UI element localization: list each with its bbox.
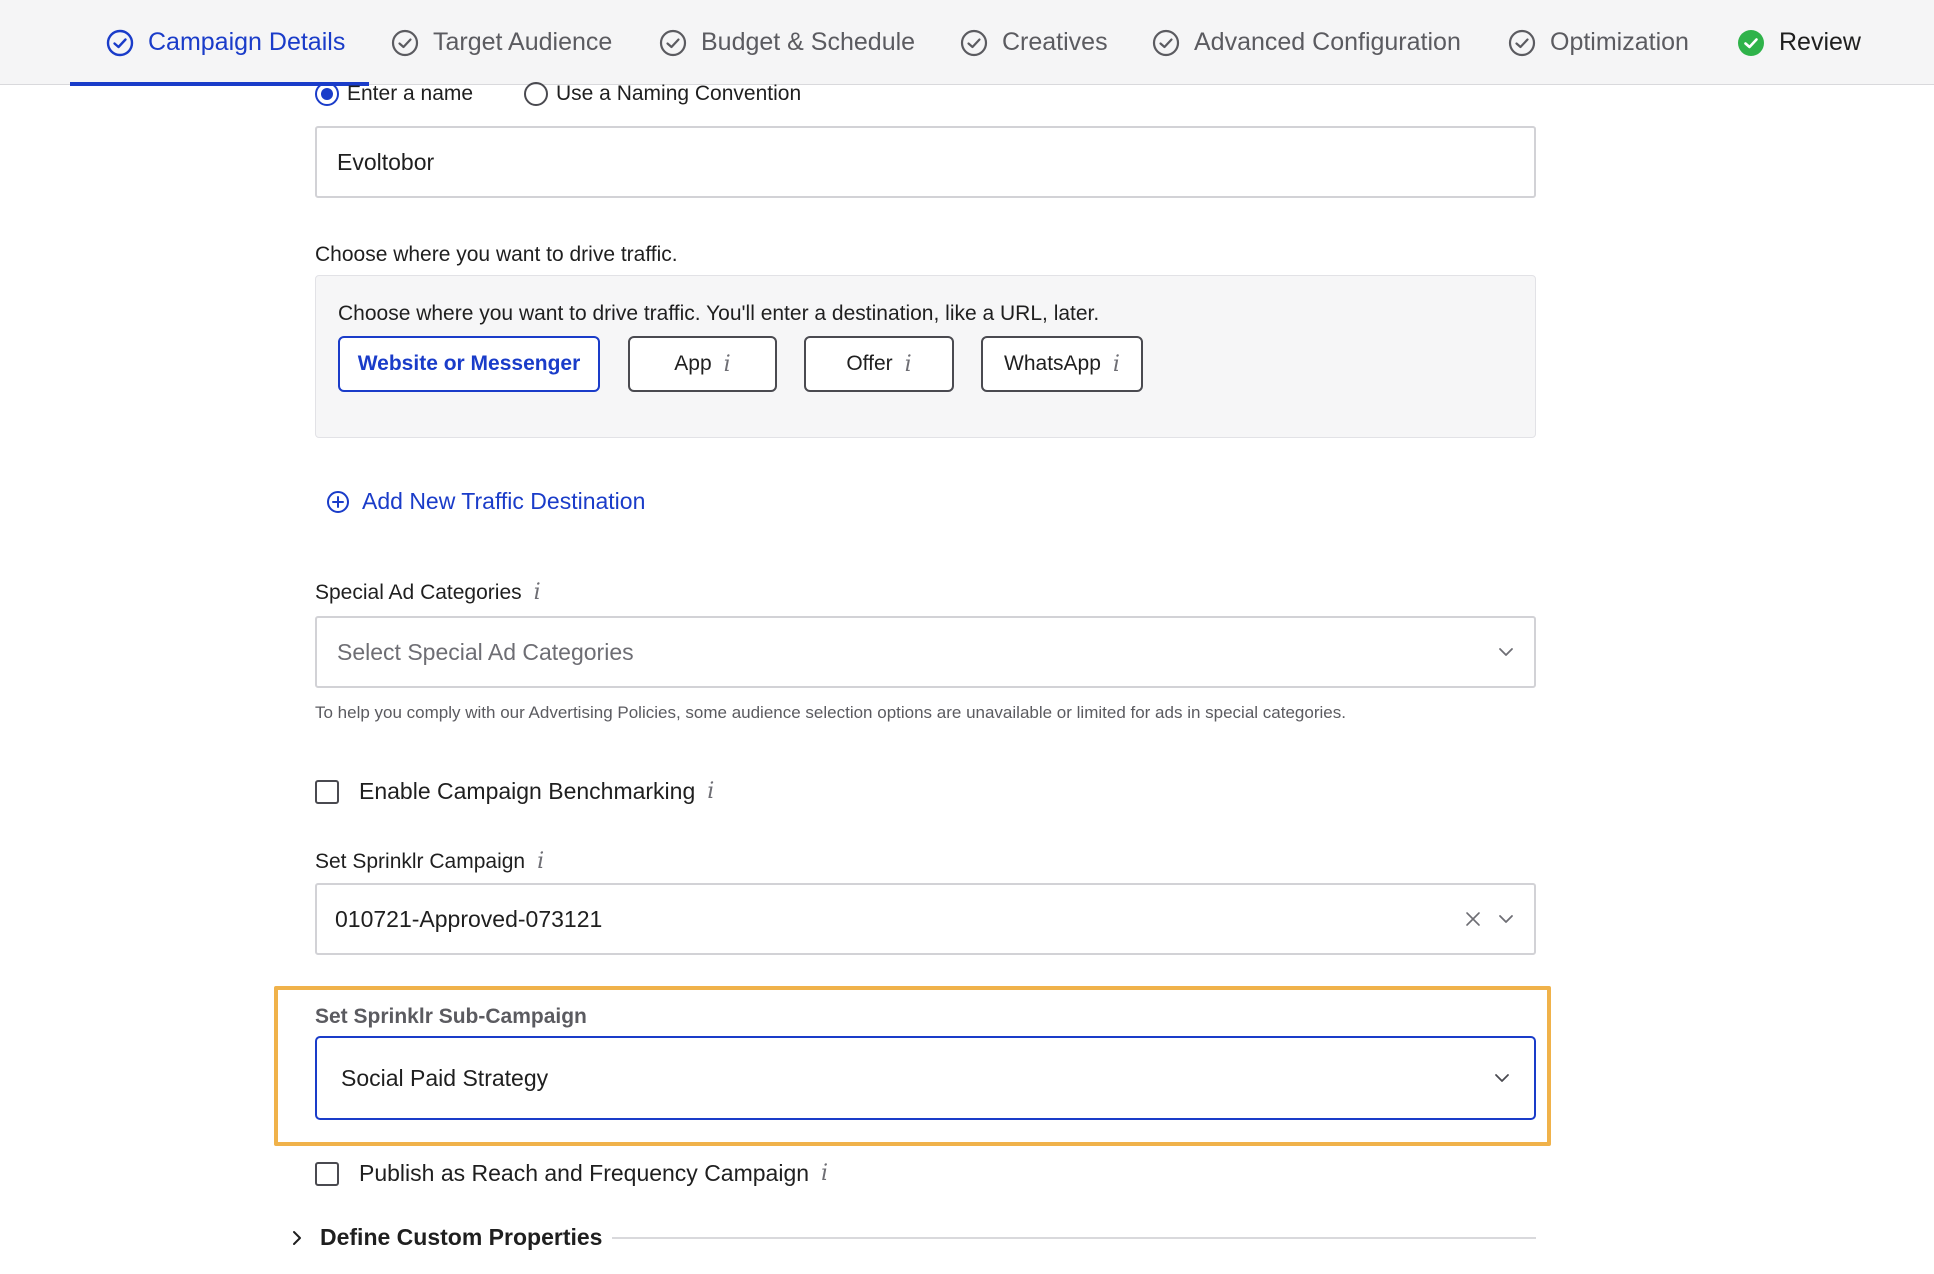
radio-label: Enter a name (347, 82, 474, 105)
close-icon[interactable] (1464, 910, 1482, 928)
info-icon[interactable]: i (821, 1161, 828, 1186)
option-label: Offer (846, 352, 893, 375)
sprinklr-campaign-label: Set Sprinklr Campaign i (315, 849, 544, 874)
custom-properties-label: Define Custom Properties (320, 1224, 603, 1250)
step-label: Campaign Details (148, 28, 346, 56)
step-advanced-configuration[interactable]: Advanced Configuration (1152, 0, 1461, 85)
info-icon[interactable]: i (724, 352, 731, 377)
special-ad-select[interactable]: Select Special Ad Categories (315, 616, 1536, 688)
naming-option-enter-name[interactable]: Enter a name (315, 82, 473, 106)
sprinklr-campaign-select[interactable]: 010721-Approved-073121 (315, 883, 1536, 955)
sub-campaign-value: Social Paid Strategy (341, 1064, 549, 1091)
step-label: Advanced Configuration (1194, 28, 1461, 56)
step-label: Optimization (1550, 28, 1689, 56)
campaign-name-input[interactable]: Evoltobor (315, 126, 1536, 198)
naming-option-convention[interactable]: Use a Naming Convention (524, 82, 801, 106)
add-link-label: Add New Traffic Destination (362, 488, 646, 514)
reach-frequency-checkbox[interactable] (315, 1161, 339, 1186)
special-ad-label: Special Ad Categories i (315, 580, 541, 605)
step-creatives[interactable]: Creatives (960, 0, 1108, 85)
chevron-down-icon (1499, 648, 1513, 656)
step-budget-schedule[interactable]: Budget & Schedule (659, 0, 915, 85)
traffic-option-app[interactable]: App i (628, 336, 777, 392)
check-circle-filled-icon (1738, 29, 1764, 56)
radio-selected[interactable] (315, 82, 339, 106)
sprinklr-campaign-value: 010721-Approved-073121 (335, 905, 603, 932)
reach-frequency-checkbox-row[interactable]: Publish as Reach and Frequency Campaign … (315, 1160, 828, 1187)
special-ad-label-text: Special Ad Categories (315, 580, 522, 604)
check-circle-outline-icon (960, 29, 988, 56)
check-circle-outline-icon (1508, 29, 1536, 56)
chevron-down-icon[interactable] (1492, 1068, 1512, 1088)
special-ad-helper-text: To help you comply with our Advertising … (315, 703, 1346, 722)
traffic-option-offer[interactable]: Offer i (804, 336, 954, 392)
step-navigation: Campaign Details Target Audience Budget … (0, 0, 1934, 86)
benchmarking-checkbox[interactable] (315, 779, 339, 804)
step-label: Target Audience (433, 28, 613, 56)
traffic-panel: Choose where you want to drive traffic. … (315, 275, 1536, 438)
section-divider (612, 1237, 1536, 1239)
info-icon[interactable]: i (707, 779, 714, 804)
step-optimization[interactable]: Optimization (1508, 0, 1689, 85)
reach-frequency-label: Publish as Reach and Frequency Campaign (359, 1160, 810, 1186)
traffic-panel-text: Choose where you want to drive traffic. … (338, 302, 1100, 325)
sub-campaign-label: Set Sprinklr Sub-Campaign (315, 1005, 587, 1028)
sub-campaign-select[interactable]: Social Paid Strategy (315, 1036, 1536, 1120)
info-icon[interactable]: i (534, 580, 541, 605)
check-circle-outline-icon (1152, 29, 1180, 56)
option-label: WhatsApp (1004, 352, 1101, 375)
add-traffic-destination-link[interactable]: Add New Traffic Destination (326, 488, 645, 515)
radio-unselected[interactable] (524, 82, 548, 106)
check-circle-outline-icon (391, 29, 419, 56)
step-target-audience[interactable]: Target Audience (391, 0, 612, 85)
info-icon[interactable]: i (905, 352, 912, 377)
option-label: Website or Messenger (357, 352, 581, 375)
info-icon[interactable]: i (537, 849, 544, 874)
benchmarking-label: Enable Campaign Benchmarking (359, 778, 696, 804)
special-ad-placeholder: Select Special Ad Categories (337, 638, 634, 665)
sprinklr-campaign-label-text: Set Sprinklr Campaign (315, 849, 526, 873)
traffic-section-label: Choose where you want to drive traffic. (315, 243, 678, 267)
plus-circle-icon (327, 490, 349, 513)
traffic-label-text: Choose where you want to drive traffic. (315, 243, 678, 266)
step-label: Review (1779, 28, 1861, 56)
custom-properties-toggle[interactable]: Define Custom Properties (288, 1224, 602, 1251)
step-campaign-details[interactable]: Campaign Details (69, 0, 370, 86)
step-label: Budget & Schedule (701, 28, 916, 56)
chevron-down-icon[interactable] (1496, 909, 1516, 929)
traffic-option-website-messenger[interactable]: Website or Messenger (338, 336, 600, 392)
chevron-right-icon (293, 1230, 301, 1245)
campaign-name-value: Evoltobor (337, 148, 435, 175)
step-review[interactable]: Review (1737, 0, 1861, 85)
check-circle-outline-icon (659, 29, 687, 56)
info-icon[interactable]: i (1113, 352, 1120, 377)
radio-label: Use a Naming Convention (556, 82, 802, 105)
benchmarking-checkbox-row[interactable]: Enable Campaign Benchmarking i (315, 778, 714, 805)
option-label: App (674, 352, 712, 375)
check-circle-outline-icon (106, 29, 134, 56)
traffic-option-whatsapp[interactable]: WhatsApp i (981, 336, 1143, 392)
step-label: Creatives (1002, 28, 1108, 56)
